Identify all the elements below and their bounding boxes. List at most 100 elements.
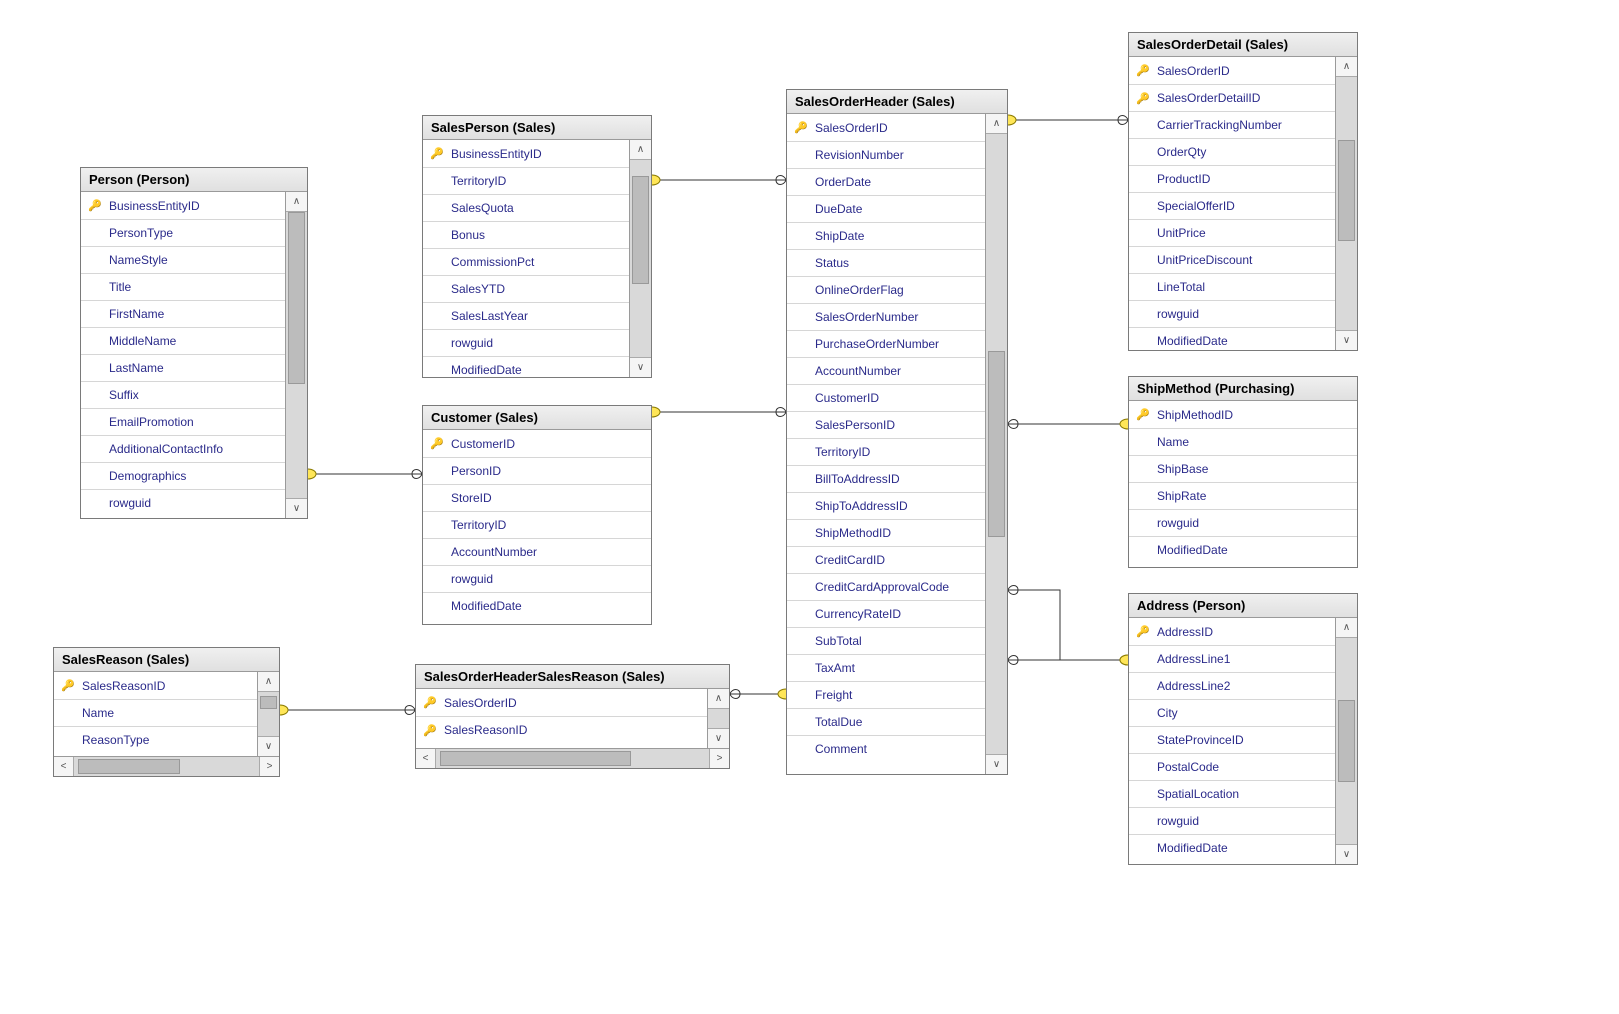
column-row[interactable]: SalesLastYear	[423, 302, 629, 329]
table-customer[interactable]: Customer (Sales) 🔑CustomerIDPersonIDStor…	[422, 405, 652, 625]
column-row[interactable]: CommissionPct	[423, 248, 629, 275]
column-row[interactable]: UnitPrice	[1129, 219, 1335, 246]
column-row[interactable]: RevisionNumber	[787, 141, 985, 168]
column-row[interactable]: ReasonType	[54, 726, 257, 753]
scroll-up-button[interactable]: ∧	[1336, 618, 1357, 638]
column-row[interactable]: SalesPersonID	[787, 411, 985, 438]
vertical-scrollbar[interactable]: ∧ ∨	[1335, 618, 1357, 864]
column-row[interactable]: rowguid	[1129, 807, 1335, 834]
column-row[interactable]: Freight	[787, 681, 985, 708]
vertical-scrollbar[interactable]: ∧ ∨	[629, 140, 651, 377]
column-row[interactable]: CarrierTrackingNumber	[1129, 111, 1335, 138]
scroll-up-button[interactable]: ∧	[630, 140, 651, 160]
column-row[interactable]: AccountNumber	[423, 538, 651, 565]
scroll-down-button[interactable]: ∨	[630, 357, 651, 377]
scroll-left-button[interactable]: <	[416, 749, 436, 768]
column-row[interactable]: SalesQuota	[423, 194, 629, 221]
column-row[interactable]: Demographics	[81, 462, 285, 489]
column-row[interactable]: SalesYTD	[423, 275, 629, 302]
column-row[interactable]: Status	[787, 249, 985, 276]
column-row[interactable]: rowguid	[1129, 300, 1335, 327]
column-row[interactable]: rowguid	[1129, 509, 1357, 536]
column-row[interactable]: MiddleName	[81, 327, 285, 354]
table-salesperson[interactable]: SalesPerson (Sales) 🔑BusinessEntityIDTer…	[422, 115, 652, 378]
column-row[interactable]: FirstName	[81, 300, 285, 327]
column-row[interactable]: 🔑SalesReasonID	[416, 716, 707, 743]
scroll-left-button[interactable]: <	[54, 757, 74, 776]
column-row[interactable]: ModifiedDate	[1129, 536, 1357, 563]
column-row[interactable]: CustomerID	[787, 384, 985, 411]
table-sohsr[interactable]: SalesOrderHeaderSalesReason (Sales) 🔑Sal…	[415, 664, 730, 769]
column-row[interactable]: ShipBase	[1129, 455, 1357, 482]
table-address[interactable]: Address (Person) 🔑AddressIDAddressLine1A…	[1128, 593, 1358, 865]
column-row[interactable]: SpecialOfferID	[1129, 192, 1335, 219]
column-row[interactable]: PostalCode	[1129, 753, 1335, 780]
scroll-down-button[interactable]: ∨	[1336, 844, 1357, 864]
column-row[interactable]: 🔑SalesOrderDetailID	[1129, 84, 1335, 111]
column-row[interactable]: 🔑ShipMethodID	[1129, 401, 1357, 428]
column-row[interactable]: 🔑SalesOrderID	[416, 689, 707, 716]
column-row[interactable]: LastName	[81, 354, 285, 381]
column-row[interactable]: AdditionalContactInfo	[81, 435, 285, 462]
column-row[interactable]: 🔑BusinessEntityID	[423, 140, 629, 167]
column-row[interactable]: PurchaseOrderNumber	[787, 330, 985, 357]
column-row[interactable]: UnitPriceDiscount	[1129, 246, 1335, 273]
column-row[interactable]: NameStyle	[81, 246, 285, 273]
table-shipmethod[interactable]: ShipMethod (Purchasing) 🔑ShipMethodIDNam…	[1128, 376, 1358, 568]
column-row[interactable]: SpatialLocation	[1129, 780, 1335, 807]
scroll-up-button[interactable]: ∧	[708, 689, 729, 709]
column-row[interactable]: Name	[54, 699, 257, 726]
column-row[interactable]: 🔑CustomerID	[423, 430, 651, 457]
column-row[interactable]: CreditCardApprovalCode	[787, 573, 985, 600]
column-row[interactable]: City	[1129, 699, 1335, 726]
vertical-scrollbar[interactable]: ∧ ∨	[285, 192, 307, 518]
scroll-down-button[interactable]: ∨	[708, 728, 729, 748]
column-row[interactable]: CurrencyRateID	[787, 600, 985, 627]
scroll-right-button[interactable]: >	[259, 757, 279, 776]
column-row[interactable]: Comment	[787, 735, 985, 762]
column-row[interactable]: AccountNumber	[787, 357, 985, 384]
column-row[interactable]: ShipDate	[787, 222, 985, 249]
column-row[interactable]: PersonType	[81, 219, 285, 246]
column-row[interactable]: CreditCardID	[787, 546, 985, 573]
scroll-right-button[interactable]: >	[709, 749, 729, 768]
vertical-scrollbar[interactable]: ∧ ∨	[257, 672, 279, 756]
column-row[interactable]: rowguid	[81, 489, 285, 516]
horizontal-scrollbar[interactable]: < >	[416, 748, 729, 768]
scroll-down-button[interactable]: ∨	[1336, 330, 1357, 350]
column-row[interactable]: ProductID	[1129, 165, 1335, 192]
column-row[interactable]: TaxAmt	[787, 654, 985, 681]
column-row[interactable]: rowguid	[423, 565, 651, 592]
column-row[interactable]: PersonID	[423, 457, 651, 484]
column-row[interactable]: rowguid	[423, 329, 629, 356]
scroll-down-button[interactable]: ∨	[286, 498, 307, 518]
column-row[interactable]: AddressLine2	[1129, 672, 1335, 699]
column-row[interactable]: Name	[1129, 428, 1357, 455]
table-soh[interactable]: SalesOrderHeader (Sales) 🔑SalesOrderIDRe…	[786, 89, 1008, 775]
column-row[interactable]: TerritoryID	[423, 167, 629, 194]
column-row[interactable]: ShipToAddressID	[787, 492, 985, 519]
column-row[interactable]: 🔑BusinessEntityID	[81, 192, 285, 219]
column-row[interactable]: ShipRate	[1129, 482, 1357, 509]
vertical-scrollbar[interactable]: ∧ ∨	[985, 114, 1007, 774]
scroll-up-button[interactable]: ∧	[258, 672, 279, 692]
column-row[interactable]: 🔑SalesOrderID	[787, 114, 985, 141]
vertical-scrollbar[interactable]: ∧ ∨	[707, 689, 729, 748]
column-row[interactable]: TotalDue	[787, 708, 985, 735]
column-row[interactable]: EmailPromotion	[81, 408, 285, 435]
scroll-up-button[interactable]: ∧	[986, 114, 1007, 134]
column-row[interactable]: SalesOrderNumber	[787, 303, 985, 330]
column-row[interactable]: ShipMethodID	[787, 519, 985, 546]
table-sod[interactable]: SalesOrderDetail (Sales) 🔑SalesOrderID🔑S…	[1128, 32, 1358, 351]
horizontal-scrollbar[interactable]: < >	[54, 756, 279, 776]
table-person[interactable]: Person (Person) 🔑BusinessEntityIDPersonT…	[80, 167, 308, 519]
column-row[interactable]: Title	[81, 273, 285, 300]
column-row[interactable]: StoreID	[423, 484, 651, 511]
column-row[interactable]: ModifiedDate	[423, 356, 629, 377]
column-row[interactable]: TerritoryID	[787, 438, 985, 465]
column-row[interactable]: Suffix	[81, 381, 285, 408]
column-row[interactable]: AddressLine1	[1129, 645, 1335, 672]
vertical-scrollbar[interactable]: ∧ ∨	[1335, 57, 1357, 350]
column-row[interactable]: LineTotal	[1129, 273, 1335, 300]
column-row[interactable]: 🔑SalesOrderID	[1129, 57, 1335, 84]
